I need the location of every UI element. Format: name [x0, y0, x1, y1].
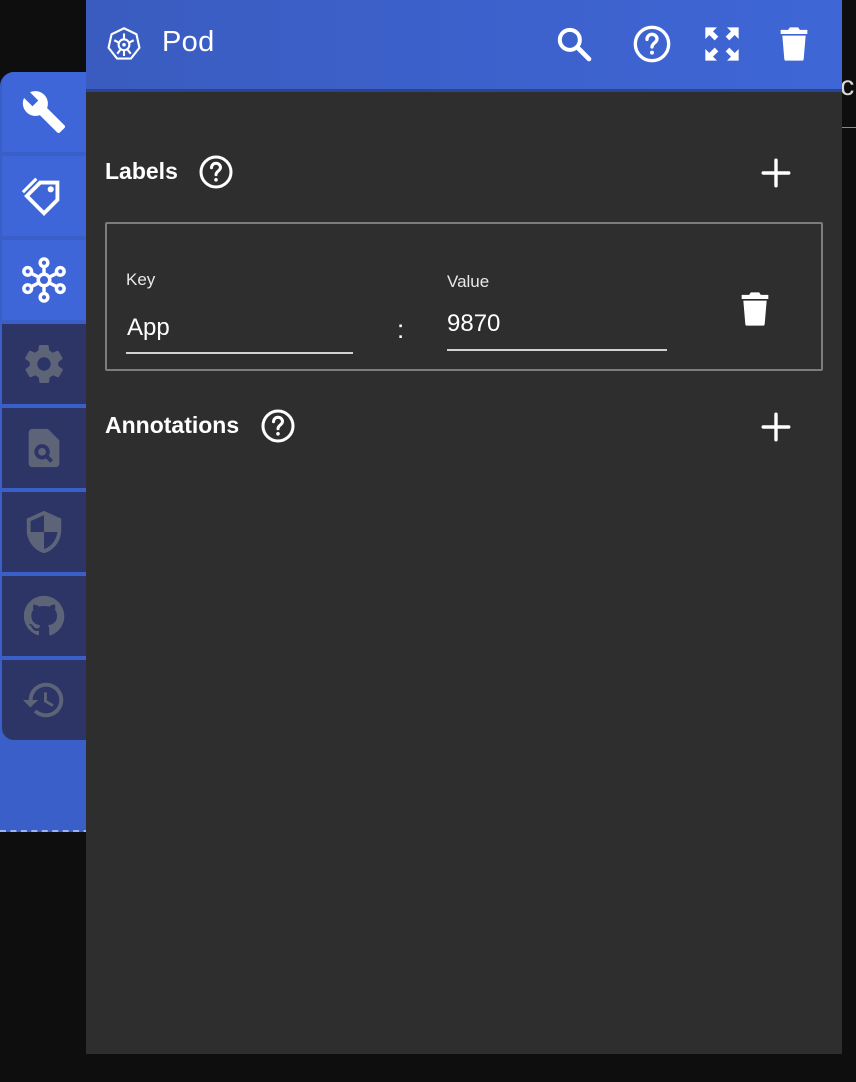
key-input[interactable]: App [127, 314, 170, 342]
sidebar-item-file-search[interactable] [2, 408, 86, 488]
fullscreen-icon [705, 27, 739, 61]
sidebar-item-properties[interactable] [2, 72, 86, 152]
fullscreen-button[interactable] [700, 22, 744, 66]
labels-heading: Labels [105, 158, 178, 184]
sidebar [2, 72, 86, 740]
history-icon [22, 682, 64, 718]
panel-header: Pod [86, 0, 842, 92]
key-input-underline [126, 352, 353, 354]
sidebar-item-github[interactable] [2, 576, 86, 656]
value-input[interactable]: 9870 [447, 310, 500, 338]
key-value-separator: : [397, 314, 405, 344]
file-search-icon [28, 428, 60, 468]
trash-icon [780, 27, 808, 61]
gear-icon [25, 345, 63, 383]
help-button[interactable] [630, 22, 674, 66]
value-caption: Value [447, 272, 490, 291]
pod-panel: Pod Labels Key App: Value 9870 Annotati… [86, 0, 842, 1054]
sidebar-item-security[interactable] [2, 492, 86, 572]
sidebar-item-labels[interactable] [2, 156, 86, 236]
github-icon [23, 595, 65, 636]
wrench-icon [22, 91, 66, 134]
annotations-help-icon[interactable] [260, 408, 296, 444]
search-icon [557, 27, 592, 62]
value-input-underline [447, 349, 667, 351]
panel-title: Pod [162, 26, 215, 58]
tag-icon [21, 177, 60, 216]
add-label-button[interactable] [759, 156, 793, 190]
sidebar-item-history[interactable] [2, 660, 86, 740]
shield-icon [26, 510, 62, 554]
labels-help-icon[interactable] [198, 154, 234, 190]
sidebar-item-network[interactable] [2, 240, 86, 320]
network-icon [22, 257, 66, 303]
key-caption: Key [126, 270, 156, 289]
kubernetes-logo-icon [107, 27, 141, 60]
sidebar-item-settings[interactable] [2, 324, 86, 404]
add-annotation-button[interactable] [759, 410, 793, 444]
stage: ic Pod Labels Key App: Value 9870 Annot… [0, 0, 856, 1082]
label-row: Key App : Value 9870 [105, 222, 823, 371]
delete-pod-button[interactable] [772, 22, 816, 66]
help-icon [633, 25, 671, 63]
delete-label-icon[interactable] [735, 286, 775, 332]
annotations-heading: Annotations [105, 412, 240, 438]
search-button[interactable] [552, 22, 596, 66]
